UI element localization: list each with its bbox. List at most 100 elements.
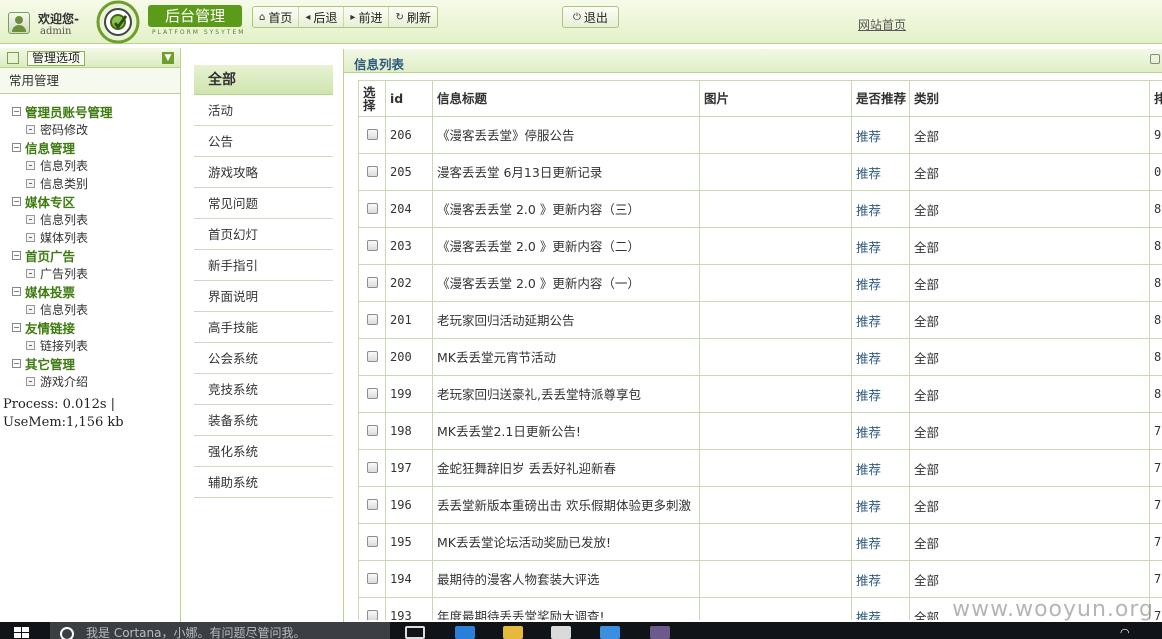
row-title[interactable]: 老玩家回归活动延期公告 xyxy=(432,301,700,339)
row-recommend[interactable]: 推荐 xyxy=(851,449,910,487)
collapse-down-icon[interactable]: ▼ xyxy=(162,52,174,64)
row-recommend[interactable]: 推荐 xyxy=(851,338,910,376)
app-icon[interactable] xyxy=(600,626,620,639)
row-title[interactable]: 金蛇狂舞辞旧岁 丢丢好礼迎新春 xyxy=(432,449,700,487)
tree-cat-info[interactable]: − 信息管理 xyxy=(12,138,180,156)
tree-cat-other[interactable]: − 其它管理 xyxy=(12,354,180,372)
row-title[interactable]: 《漫客丢丢堂 2.0 》更新内容（三） xyxy=(432,190,700,228)
row-checkbox[interactable] xyxy=(366,498,378,510)
row-recommend[interactable]: 推荐 xyxy=(851,560,910,598)
row-checkbox-cell xyxy=(358,375,386,413)
refresh-button[interactable]: ↻ 刷新 xyxy=(389,7,436,27)
manage-options-button[interactable]: 管理选项 xyxy=(27,51,86,66)
tree-item[interactable]: 密码修改 xyxy=(12,120,180,138)
tree-item[interactable]: 信息类别 xyxy=(12,174,180,192)
row-recommend[interactable]: 推荐 xyxy=(851,264,910,302)
row-recommend[interactable]: 推荐 xyxy=(851,227,910,265)
row-checkbox[interactable] xyxy=(366,424,378,436)
tree-cat-media[interactable]: − 媒体专区 xyxy=(12,192,180,210)
row-title[interactable]: 年度最期待丢丢堂奖励大调查! xyxy=(432,597,700,620)
row-title[interactable]: MK丢丢堂2.1日更新公告! xyxy=(432,412,700,450)
top-header: 欢迎您- admin 后台管理 PLATFORM SYSYTEM ⌂ 首页 ◂ 后退… xyxy=(0,0,1162,44)
wifi-icon[interactable]: ◠ xyxy=(1120,626,1130,639)
windows-start-icon[interactable] xyxy=(14,627,30,639)
category-item[interactable]: 强化系统 xyxy=(194,436,333,467)
row-checkbox[interactable] xyxy=(366,572,378,584)
category-all[interactable]: 全部 xyxy=(194,65,333,95)
tree-item[interactable]: 游戏介绍 xyxy=(12,372,180,390)
row-recommend[interactable]: 推荐 xyxy=(851,412,910,450)
row-checkbox[interactable] xyxy=(366,128,378,140)
row-recommend[interactable]: 推荐 xyxy=(851,190,910,228)
row-checkbox[interactable] xyxy=(366,276,378,288)
category-item[interactable]: 辅助系统 xyxy=(194,467,333,498)
site-home-link[interactable]: 网站首页 xyxy=(858,16,906,33)
home-button[interactable]: ⌂ 首页 xyxy=(253,7,300,27)
back-button[interactable]: ◂ 后退 xyxy=(299,7,345,27)
row-checkbox[interactable] xyxy=(366,350,378,362)
row-title[interactable]: 漫客丢丢堂 6月13日更新记录 xyxy=(432,153,700,191)
category-item[interactable]: 公告 xyxy=(194,126,333,157)
row-title[interactable]: 丢丢堂新版本重磅出击 欢乐假期体验更多刺激 xyxy=(432,486,700,524)
row-checkbox[interactable] xyxy=(366,239,378,251)
row-id: 203 xyxy=(385,227,433,265)
row-title[interactable]: 最期待的漫客人物套装大评选 xyxy=(432,560,700,598)
row-title[interactable]: MK丢丢堂论坛活动奖励已发放! xyxy=(432,523,700,561)
tree-cat-links[interactable]: − 友情链接 xyxy=(12,318,180,336)
row-title[interactable]: MK丢丢堂元宵节活动 xyxy=(432,338,700,376)
tree-cat-admin[interactable]: − 管理员账号管理 xyxy=(12,102,180,120)
row-recommend[interactable]: 推荐 xyxy=(851,301,910,339)
row-checkbox[interactable] xyxy=(366,165,378,177)
tree-item[interactable]: 信息列表 xyxy=(12,156,180,174)
row-checkbox[interactable] xyxy=(366,202,378,214)
game-app-icon[interactable] xyxy=(650,626,670,639)
category-item[interactable]: 高手技能 xyxy=(194,312,333,343)
category-item[interactable]: 游戏攻略 xyxy=(194,157,333,188)
tree-item[interactable]: 信息列表 xyxy=(12,300,180,318)
row-title[interactable]: 《漫客丢丢堂》停服公告 xyxy=(432,116,700,154)
row-recommend[interactable]: 推荐 xyxy=(851,523,910,561)
category-item[interactable]: 新手指引 xyxy=(194,250,333,281)
logout-button[interactable]: ⏻ 退出 xyxy=(563,7,618,27)
row-checkbox[interactable] xyxy=(366,535,378,547)
task-view-icon[interactable] xyxy=(405,626,425,639)
page-icon xyxy=(26,232,35,242)
cortana-search-box[interactable]: 我是 Cortana，小娜。有问题尽管问我。 xyxy=(50,622,390,639)
row-recommend[interactable]: 推荐 xyxy=(851,375,910,413)
row-sort: 8 xyxy=(1149,227,1162,265)
category-item[interactable]: 公会系统 xyxy=(194,343,333,374)
platform-title: 后台管理 xyxy=(148,5,242,27)
row-checkbox[interactable] xyxy=(366,609,378,620)
category-list: 全部 活动 公告 游戏攻略 常见问题 首页幻灯 新手指引 界面说明 高手技能 公… xyxy=(194,65,333,498)
row-title[interactable]: 《漫客丢丢堂 2.0 》更新内容（一） xyxy=(432,264,700,302)
category-item[interactable]: 装备系统 xyxy=(194,405,333,436)
tree-item[interactable]: 信息列表 xyxy=(12,210,180,228)
common-management-heading[interactable]: 常用管理 xyxy=(0,68,180,94)
row-checkbox[interactable] xyxy=(366,461,378,473)
row-checkbox[interactable] xyxy=(366,387,378,399)
row-title[interactable]: 老玩家回归送豪礼,丢丢堂特派尊享包 xyxy=(432,375,700,413)
tree-item[interactable]: 广告列表 xyxy=(12,264,180,282)
row-recommend[interactable]: 推荐 xyxy=(851,486,910,524)
forward-button[interactable]: ▸ 前进 xyxy=(344,7,390,27)
file-explorer-icon[interactable] xyxy=(503,626,523,639)
row-sort: 7 xyxy=(1149,560,1162,598)
tree-cat-ads[interactable]: − 首页广告 xyxy=(12,246,180,264)
tree-cat-vote[interactable]: − 媒体投票 xyxy=(12,282,180,300)
edge-browser-icon[interactable] xyxy=(455,626,475,639)
comment-icon[interactable] xyxy=(1150,54,1160,64)
row-checkbox[interactable] xyxy=(366,313,378,325)
row-title[interactable]: 《漫客丢丢堂 2.0 》更新内容（二） xyxy=(432,227,700,265)
row-recommend[interactable]: 推荐 xyxy=(851,153,910,191)
tree-item[interactable]: 媒体列表 xyxy=(12,228,180,246)
row-recommend[interactable]: 推荐 xyxy=(851,597,910,620)
category-item[interactable]: 常见问题 xyxy=(194,188,333,219)
category-item[interactable]: 活动 xyxy=(194,95,333,126)
tree-item[interactable]: 链接列表 xyxy=(12,336,180,354)
row-category: 全部 xyxy=(909,338,1150,376)
category-item[interactable]: 首页幻灯 xyxy=(194,219,333,250)
row-recommend[interactable]: 推荐 xyxy=(851,116,910,154)
category-item[interactable]: 界面说明 xyxy=(194,281,333,312)
store-icon[interactable] xyxy=(551,626,571,639)
category-item[interactable]: 竞技系统 xyxy=(194,374,333,405)
